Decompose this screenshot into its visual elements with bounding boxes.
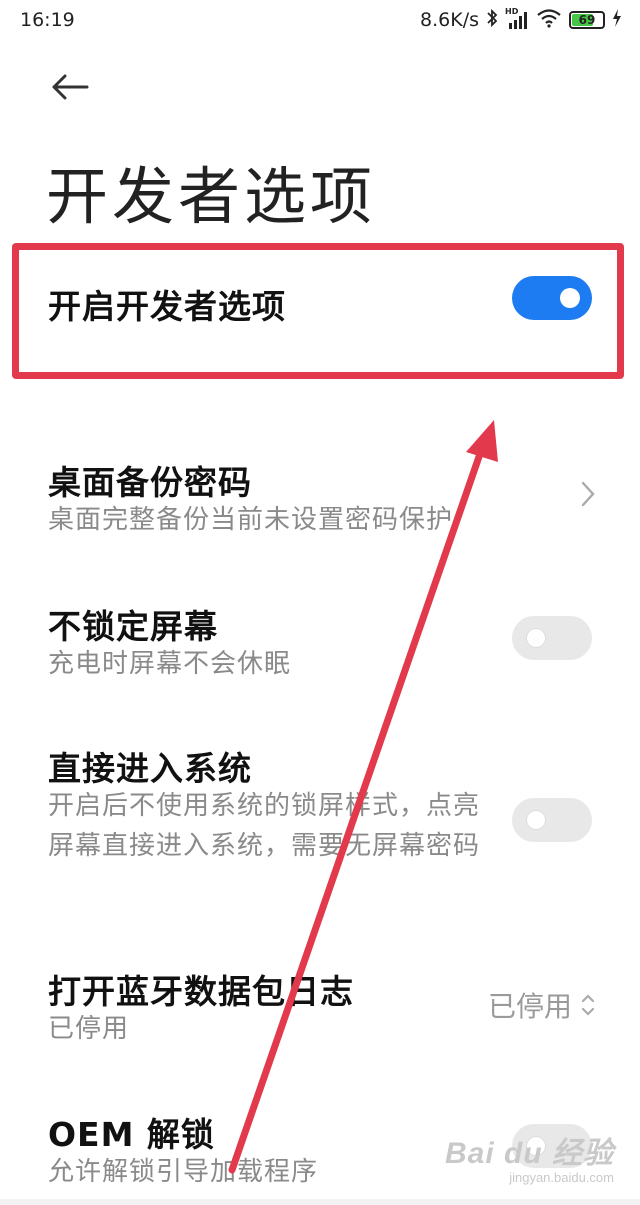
watermark-brand: Bai du 经验 bbox=[444, 1137, 614, 1170]
developer-options-toggle[interactable] bbox=[512, 276, 592, 320]
page-title: 开发者选项 bbox=[46, 160, 377, 233]
status-icons: 8.6K/s HD 69 bbox=[420, 7, 622, 33]
status-time: 16:19 bbox=[20, 9, 75, 31]
setting-stay-awake[interactable]: 不锁定屏幕 充电时屏幕不会休眠 bbox=[0, 588, 640, 698]
watermark: Bai du 经验 jingyan.baidu.com bbox=[445, 1128, 614, 1185]
setting-subtitle: 已停用 bbox=[48, 1014, 130, 1044]
bluetooth-icon bbox=[486, 8, 498, 33]
bluetooth-log-select[interactable]: 已停用 bbox=[488, 985, 596, 1025]
signal-hd-label: HD bbox=[505, 7, 519, 16]
setting-direct-enter-system[interactable]: 直接进入系统 开启后不使用系统的锁屏样式，点亮屏幕直接进入系统，需要无屏幕密码 bbox=[0, 732, 640, 912]
battery-icon: 69 bbox=[569, 11, 605, 29]
bottom-divider bbox=[0, 1199, 640, 1205]
wifi-icon bbox=[536, 8, 562, 33]
direct-enter-system-toggle[interactable] bbox=[512, 798, 592, 842]
setting-title: 直接进入系统 bbox=[48, 749, 252, 788]
chevron-right-icon[interactable] bbox=[580, 480, 596, 512]
watermark-url: jingyan.baidu.com bbox=[509, 1170, 614, 1185]
setting-title: 不锁定屏幕 bbox=[48, 607, 218, 646]
back-button[interactable] bbox=[44, 64, 96, 110]
setting-title: 打开蓝牙数据包日志 bbox=[48, 972, 354, 1011]
chevron-up-down-icon bbox=[581, 994, 595, 1016]
status-bar: 16:19 8.6K/s HD 69 bbox=[0, 0, 640, 40]
setting-subtitle: 桌面完整备份当前未设置密码保护 bbox=[48, 505, 454, 535]
cell-signal-icon: HD bbox=[505, 7, 529, 29]
select-value: 已停用 bbox=[487, 990, 572, 1023]
setting-title: OEM 解锁 bbox=[48, 1115, 215, 1154]
setting-title: 开启开发者选项 bbox=[48, 287, 286, 326]
setting-subtitle: 允许解锁引导加载程序 bbox=[48, 1157, 319, 1187]
battery-level: 69 bbox=[578, 13, 596, 27]
setting-subtitle: 开启后不使用系统的锁屏样式，点亮屏幕直接进入系统，需要无屏幕密码 bbox=[48, 791, 481, 861]
arrow-left-icon bbox=[52, 74, 89, 100]
net-speed: 8.6K/s bbox=[420, 9, 479, 31]
setting-developer-options[interactable]: 开启开发者选项 bbox=[0, 250, 640, 374]
setting-subtitle: 充电时屏幕不会休眠 bbox=[48, 649, 292, 679]
setting-title: 桌面备份密码 bbox=[48, 463, 252, 502]
charging-icon bbox=[612, 8, 622, 32]
setting-desktop-backup-password[interactable]: 桌面备份密码 桌面完整备份当前未设置密码保护 bbox=[0, 440, 640, 550]
stay-awake-toggle[interactable] bbox=[512, 616, 592, 660]
setting-bluetooth-hci-log[interactable]: 打开蓝牙数据包日志 已停用 已停用 bbox=[0, 955, 640, 1065]
